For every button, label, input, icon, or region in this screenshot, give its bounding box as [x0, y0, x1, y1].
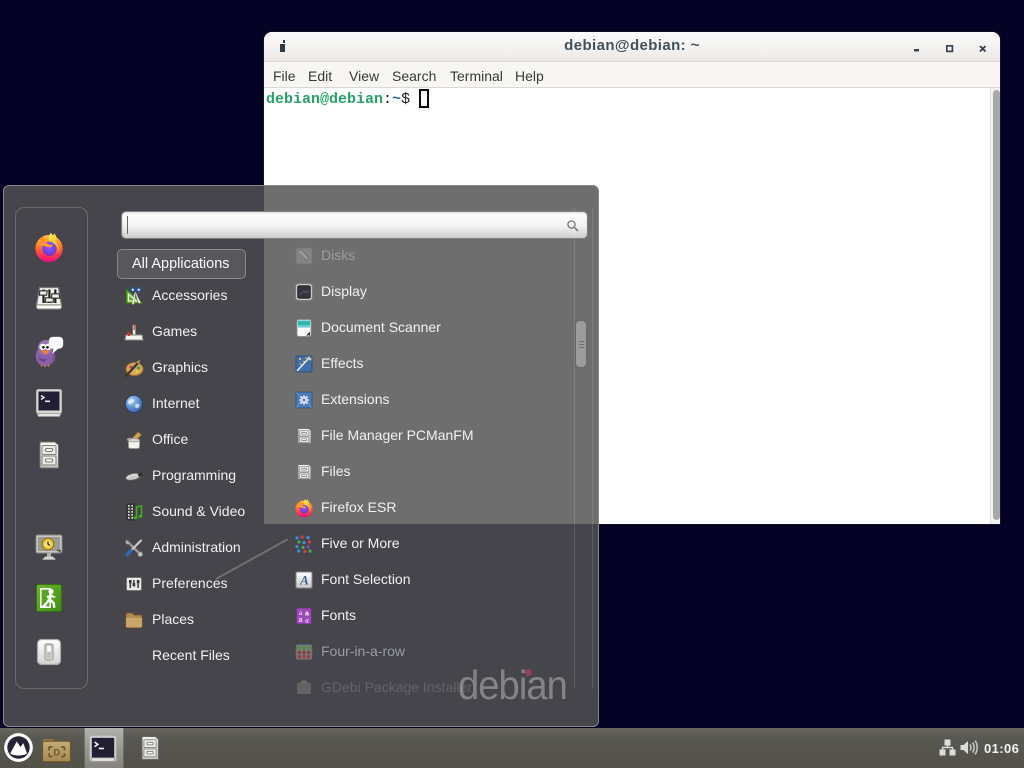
svg-text:a: a: [305, 617, 309, 625]
svg-text:D: D: [53, 748, 60, 759]
svg-text:a: a: [299, 617, 303, 624]
svg-text:A: A: [299, 573, 309, 588]
